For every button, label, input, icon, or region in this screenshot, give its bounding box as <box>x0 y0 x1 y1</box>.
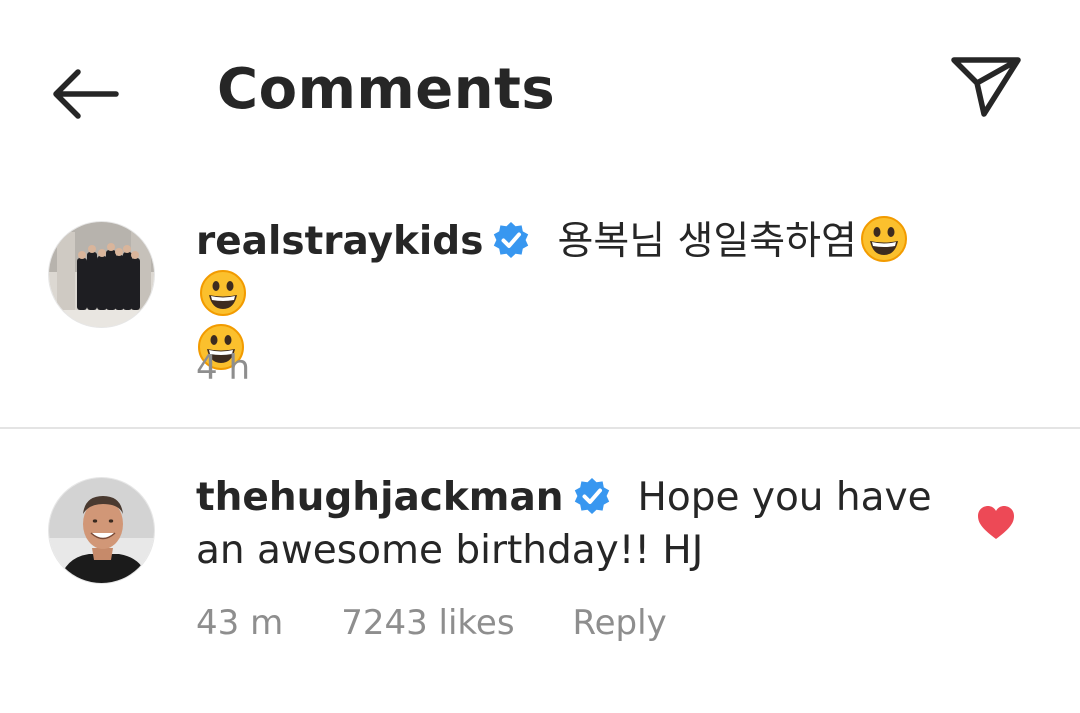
likes-count[interactable]: 7243 likes <box>341 603 514 643</box>
reply-button[interactable]: Reply <box>573 603 667 643</box>
liked-heart-icon[interactable] <box>976 504 1016 542</box>
verified-badge-icon <box>574 478 609 514</box>
grinning-face-icon <box>860 216 907 262</box>
comment-text: realstraykids 용복님 생일축하염 <box>196 214 956 376</box>
comments-header: Comments <box>0 0 1080 180</box>
comment-username[interactable]: thehughjackman <box>196 475 564 520</box>
comment-text: thehughjackman Hope you have an awesome b… <box>196 471 936 577</box>
verified-badge-icon <box>494 222 529 258</box>
comment-meta: 43 m 7243 likes Reply <box>196 601 725 645</box>
send-direct-icon[interactable] <box>946 52 1026 122</box>
comment-time: 43 m <box>196 603 284 643</box>
back-arrow-icon[interactable] <box>44 62 124 126</box>
page-title: Comments <box>217 57 556 122</box>
comment-message: 용복님 생일축하염 <box>557 219 857 264</box>
grinning-face-icon <box>200 270 246 316</box>
avatar[interactable] <box>48 221 155 328</box>
avatar[interactable] <box>48 477 155 584</box>
comment-time: 4 h <box>196 348 250 388</box>
comment-username[interactable]: realstraykids <box>196 219 483 264</box>
comment-meta: 4 h <box>196 346 308 390</box>
divider <box>0 427 1080 429</box>
